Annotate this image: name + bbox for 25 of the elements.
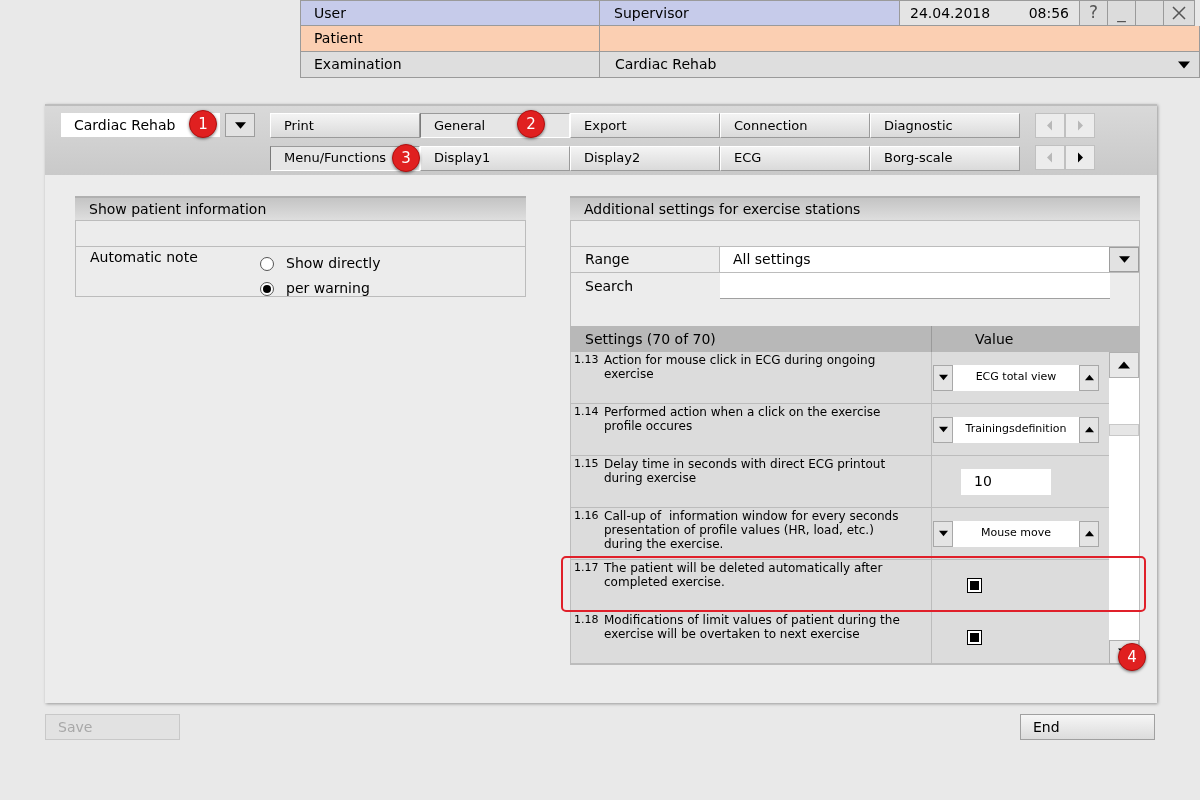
time-text: 08:56 — [1028, 3, 1069, 23]
patient-label: Patient — [300, 26, 600, 52]
row-number: 1.16 — [574, 509, 600, 524]
column-header: Settings (70 of 70) — [584, 329, 717, 349]
row-number: 1.13 — [574, 353, 600, 368]
field-label: Search — [584, 276, 635, 296]
field-label: Automatic note — [90, 249, 199, 267]
setting-description: Modifications of limit values of patient during the exercise will be overtaken to next exercise — [604, 613, 901, 643]
group-header: Additional settings for exercise stations — [570, 196, 1140, 220]
row-number: 1.17 — [574, 561, 600, 576]
user-value: Supervisor — [600, 0, 900, 26]
group-header: Show patient information — [75, 196, 526, 220]
setting-description: Call-up of information window for every seconds presentation of profile values (HR, load, etc.) during the exercise. — [604, 509, 900, 553]
row-number: 1.15 — [574, 457, 600, 472]
row-number: 1.14 — [574, 405, 600, 420]
field-label: Range — [584, 250, 631, 269]
user-label: User — [300, 0, 600, 26]
callout-tooltip: 4 — [1118, 643, 1146, 671]
setting-description: Action for mouse click in ECG during ongoing exercise — [604, 353, 877, 383]
examination-label: Examination — [300, 52, 600, 78]
setting-description: Delay time in seconds with direct ECG printout during exercise — [604, 457, 887, 487]
date-text: 24.04.2018 — [910, 3, 991, 23]
setting-description: Performed action when a click on the exercise profile occures — [604, 405, 882, 435]
row-number: 1.18 — [574, 613, 600, 628]
setting-description: The patient will be deleted automatically after completed exercise. — [604, 561, 884, 591]
